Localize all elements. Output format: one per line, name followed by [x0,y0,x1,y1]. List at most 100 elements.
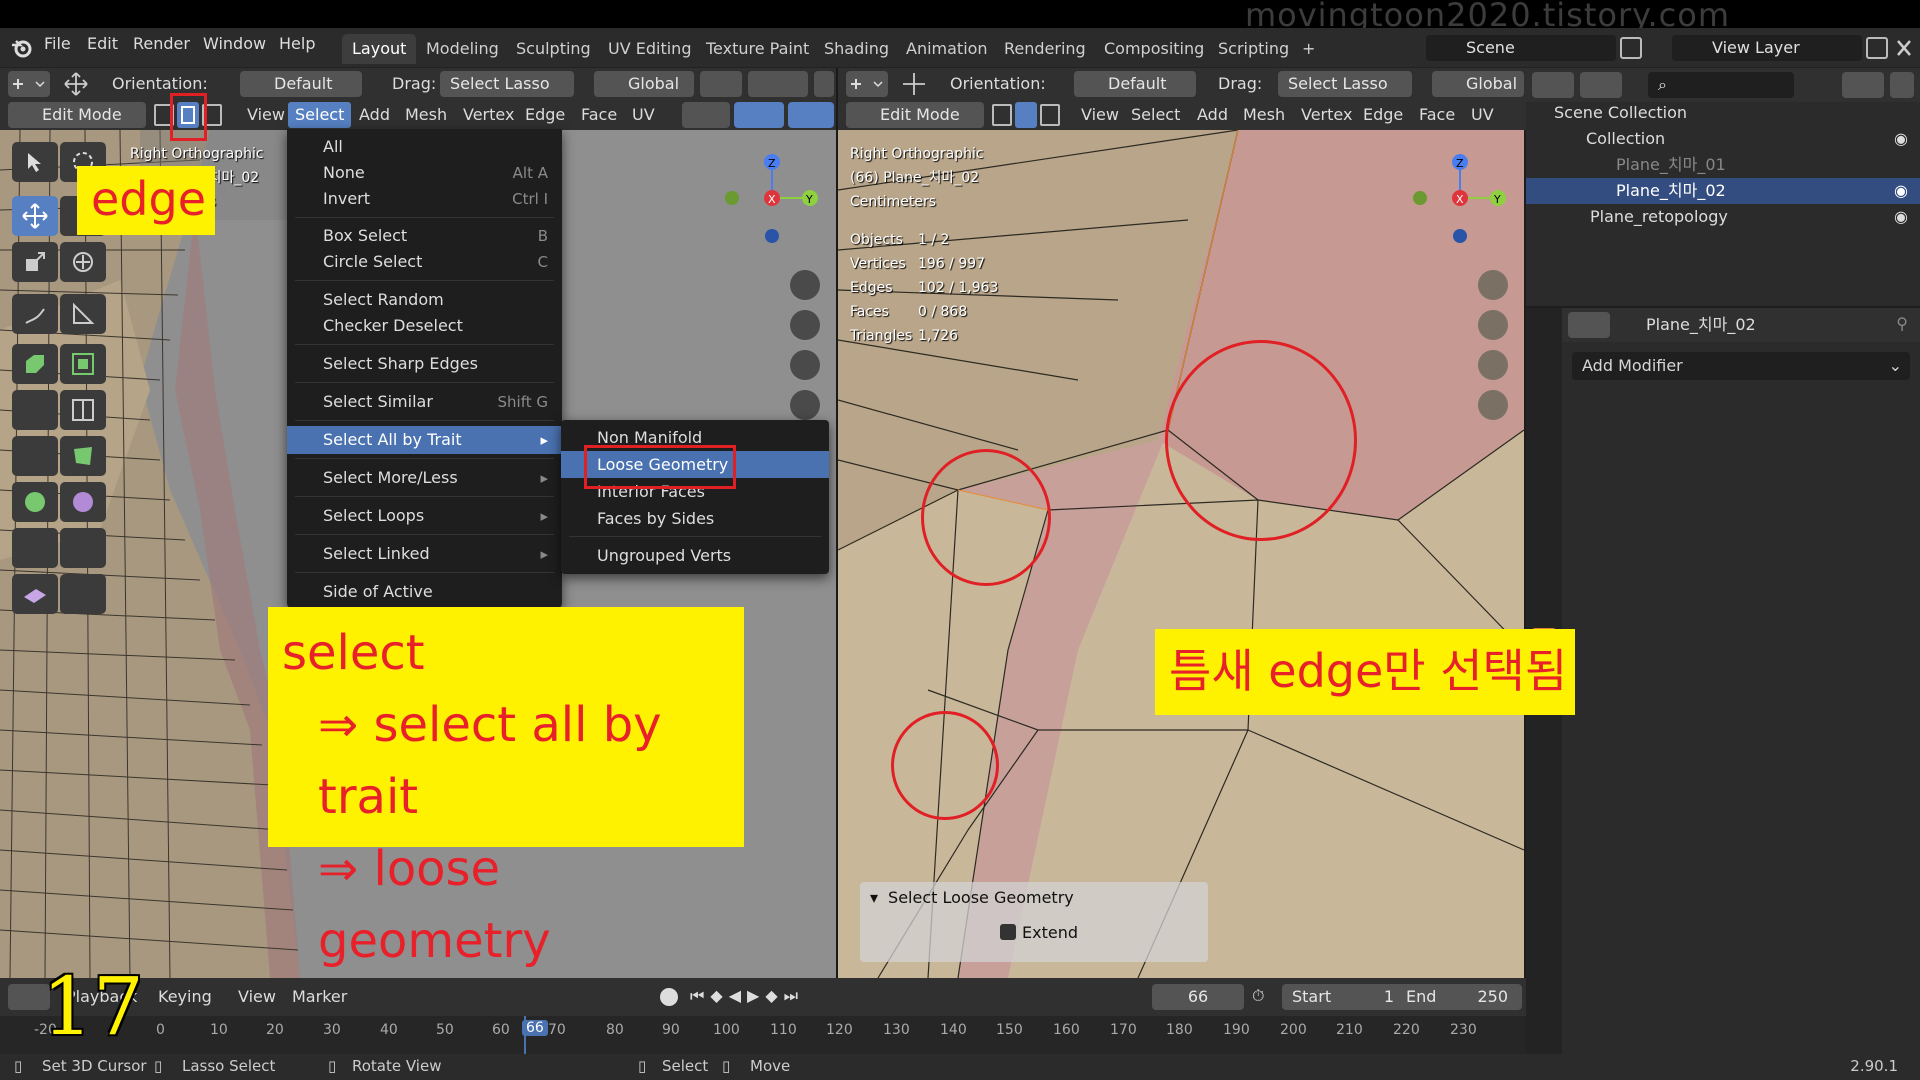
vertex-select-icon[interactable] [992,104,1012,126]
menu-edge[interactable]: Edge [1356,102,1410,128]
menu-item-box-select[interactable]: Box Select B [287,222,562,250]
menu-face[interactable]: Face [1412,102,1462,128]
menu-edge[interactable]: Edge [518,102,572,128]
new-view-layer-icon[interactable] [1866,37,1888,59]
menu-item-select-more-less[interactable]: Select More/Less ▸ [287,464,562,492]
pin-icon[interactable]: ⚲ [1896,314,1908,333]
menu-item-checker-deselect[interactable]: Checker Deselect [287,312,562,340]
menu-render[interactable]: Render [133,34,190,53]
menu-view[interactable]: View [1074,102,1126,128]
menu-vertex[interactable]: Vertex [456,102,521,128]
outliner-row-object[interactable]: Plane_retopology ◉ [1526,204,1920,230]
submenu-item-ungrouped-verts[interactable]: Ungrouped Verts [561,542,829,569]
current-frame-field[interactable]: 66 [1152,984,1244,1010]
tab-rendering[interactable]: Rendering [994,34,1096,64]
tab-animation[interactable]: Animation [896,34,998,64]
playback-controls[interactable]: ⏮◆◀▶◆⏭ [690,986,850,1008]
extend-checkbox-row[interactable]: Extend [860,912,1208,952]
constraints-tab-icon[interactable] [1532,758,1556,782]
eye-icon[interactable]: ◉ [1894,178,1908,204]
tab-sculpting[interactable]: Sculpting [506,34,601,64]
tab-scripting[interactable]: Scripting [1208,34,1299,64]
stopwatch-icon[interactable]: ⏱ [1252,986,1264,1006]
menu-help[interactable]: Help [279,34,315,53]
menu-view[interactable]: View [238,984,276,1010]
start-frame-field[interactable]: Start 1 [1282,984,1408,1010]
display-mode-icon[interactable] [1580,72,1622,98]
menu-item-invert[interactable]: Invert Ctrl I [287,185,562,213]
knife-tool[interactable] [12,436,58,476]
move-tool[interactable] [12,196,58,236]
timeline-ruler[interactable]: -20 0 10 20 30 40 50 60 66 70 80 90 100 … [0,1016,1526,1054]
tab-modeling[interactable]: Modeling [416,34,509,64]
editor-type-button[interactable] [8,71,50,97]
view-layer-selector[interactable]: View Layer [1672,35,1862,61]
pivot-icon[interactable] [700,71,742,97]
menu-file[interactable]: File [44,34,71,53]
record-icon[interactable] [660,988,678,1006]
menu-item-select-loops[interactable]: Select Loops ▸ [287,502,562,530]
menu-add[interactable]: Add [352,102,397,128]
menu-item-all[interactable]: All [287,133,562,161]
outliner-search-input[interactable]: ⌕ [1648,72,1794,98]
render-tab-icon[interactable] [1532,404,1556,428]
menu-mesh[interactable]: Mesh [398,102,454,128]
transform-gizmo-icon[interactable] [62,71,90,97]
menu-view[interactable]: View [240,102,292,128]
loop-cut-tool[interactable] [60,390,106,430]
transform-orientation-dropdown[interactable]: Global [594,71,694,97]
editor-type-button[interactable] [846,71,888,97]
edge-slide-tool[interactable] [12,528,58,568]
menu-item-select-all-by-trait[interactable]: Select All by Trait ▸ [287,426,562,454]
ortho-grid-icon[interactable] [1478,390,1508,420]
zoom-icon[interactable] [1478,270,1508,300]
tab-compositing[interactable]: Compositing [1094,34,1214,64]
outliner-row-object-selected[interactable]: Plane_치마_02 ◉ [1526,178,1920,204]
menu-item-select-similar[interactable]: Select Similar Shift G [287,388,562,416]
orientation-dropdown[interactable]: Default [1074,71,1196,97]
menu-keying[interactable]: Keying [158,984,212,1010]
transform-tool[interactable] [60,242,106,282]
eye-icon[interactable]: ◉ [1894,126,1908,152]
new-collection-icon[interactable] [1890,72,1914,98]
menu-item-circle-select[interactable]: Circle Select C [287,248,562,276]
drag-dropdown[interactable]: Select Lasso [440,71,574,97]
operator-panel-header[interactable]: ▾ Select Loose Geometry [860,882,1208,912]
menu-select[interactable]: Select [288,102,352,128]
tab-texture-paint[interactable]: Texture Paint [696,34,819,64]
add-modifier-dropdown[interactable]: Add Modifier ⌄ [1572,352,1910,380]
submenu-item-faces-by-sides[interactable]: Faces by Sides [561,505,829,532]
add-workspace-button[interactable]: + [1292,34,1325,64]
physics-tab-icon[interactable] [1532,720,1556,744]
material-tab-icon[interactable] [1532,834,1556,858]
world-tab-icon[interactable] [1532,580,1556,604]
menu-marker[interactable]: Marker [292,984,347,1010]
menu-window[interactable]: Window [203,34,266,53]
shear-tool[interactable] [12,574,58,614]
menu-uv[interactable]: UV [1464,102,1501,128]
camera-icon[interactable] [790,350,820,380]
menu-vertex[interactable]: Vertex [1294,102,1359,128]
transform-orientation-dropdown[interactable]: Global [1432,71,1524,97]
spin-tool[interactable] [12,482,58,522]
face-select-icon[interactable] [1040,104,1060,126]
view-layer-tab-icon[interactable] [1532,492,1556,516]
tab-uv-editing[interactable]: UV Editing [598,34,701,64]
poly-build-tool[interactable] [60,436,106,476]
edge-select-icon[interactable] [1015,102,1037,128]
overlay-toggle-icon[interactable] [788,102,834,128]
transform-gizmo-icon[interactable] [900,71,928,97]
menu-face[interactable]: Face [574,102,624,128]
scene-selector[interactable]: Scene [1426,35,1616,61]
menu-item-side-of-active[interactable]: Side of Active [287,578,562,606]
tool-tab-icon[interactable] [1532,358,1556,382]
menu-item-select-sharp-edges[interactable]: Select Sharp Edges [287,350,562,378]
visibility-icon[interactable] [682,102,730,128]
end-frame-field[interactable]: End 250 [1396,984,1522,1010]
rip-region-tool[interactable] [60,574,106,614]
filter-icon[interactable] [1842,72,1884,98]
menu-item-none[interactable]: None Alt A [287,159,562,187]
measure-tool[interactable] [60,294,106,334]
drag-dropdown[interactable]: Select Lasso [1278,71,1412,97]
new-scene-icon[interactable] [1620,37,1642,59]
